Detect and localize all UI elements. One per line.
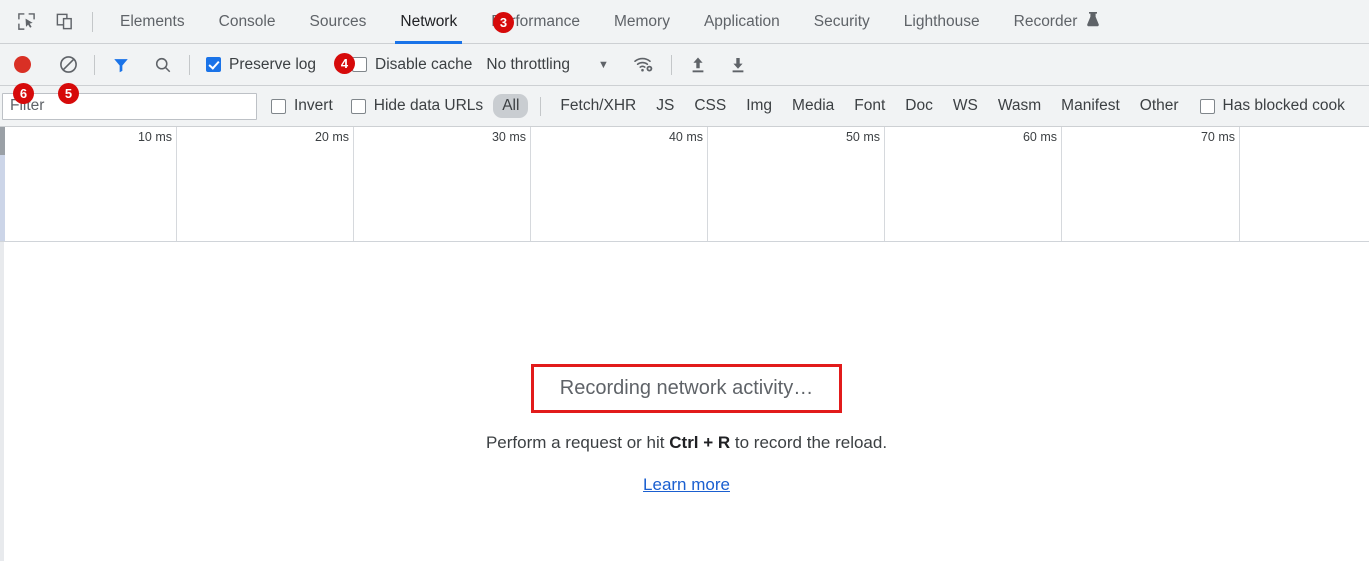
tab-label: Console [218,12,276,30]
disable-cache-label: Disable cache [375,55,473,73]
timeline-tick-label: 20 ms [314,130,349,144]
filter-funnel-icon[interactable] [111,55,131,75]
tab-label: Security [813,12,870,30]
annotation-badge-4: 4 [334,53,355,74]
tab-label: Memory [613,12,670,30]
has-blocked-cookies-label: Has blocked cook [1222,97,1345,114]
tab-label: Network [400,12,458,30]
tab-sources[interactable]: Sources [293,0,384,44]
has-blocked-cookies-checkbox[interactable]: Has blocked cook [1199,97,1345,115]
hide-data-urls-checkbox[interactable]: Hide data URLs [350,97,484,115]
timeline-tick-label: 40 ms [668,130,703,144]
download-icon[interactable] [728,55,748,75]
filter-chip-ws[interactable]: WS [944,94,987,118]
invert-label: Invert [294,97,333,114]
devtools-tab-bar: Elements Console Sources Network Perform… [0,0,1369,44]
timeline-tick: 10 ms [0,127,177,241]
throttling-dropdown[interactable]: No throttling ▼ [486,56,608,74]
tab-application[interactable]: Application [687,0,797,44]
invert-checkbox[interactable]: Invert [271,97,333,115]
checkbox-box [206,57,221,72]
toolbar-divider [92,11,93,32]
preserve-log-label: Preserve log [229,55,317,73]
recording-status-message: Recording network activity… [530,364,843,413]
upload-icon[interactable] [688,55,708,75]
disable-cache-checkbox[interactable]: Disable cache [352,56,472,74]
toolbar-divider [189,54,190,75]
hint-suffix: to record the reload. [730,433,888,452]
learn-more-link[interactable]: Learn more [643,475,730,495]
tab-elements[interactable]: Elements [103,0,202,44]
wifi-settings-icon[interactable] [633,55,655,74]
tab-security[interactable]: Security [797,0,887,44]
devtools-window: Elements Console Sources Network Perform… [0,0,1369,561]
timeline-tick: 40 ms [531,127,708,241]
filter-chip-doc[interactable]: Doc [896,94,942,118]
filter-chip-font[interactable]: Font [845,94,894,118]
filter-input[interactable]: Filter [2,92,257,120]
timeline-tick-label: 50 ms [845,130,880,144]
tab-label: Application [703,12,780,30]
experimental-flask-icon [1086,11,1100,32]
toolbar-divider [94,54,95,75]
filter-divider [540,96,542,116]
tab-label: Lighthouse [903,12,980,30]
hint-prefix: Perform a request or hit [485,433,670,452]
filter-chip-all[interactable]: All [493,94,529,118]
timeline-tick: 70 ms [1062,127,1240,241]
tab-network[interactable]: Network [383,0,474,44]
network-toolbar: Preserve log Disable cache No throttling… [0,44,1369,86]
annotation-badge-6: 6 [13,83,34,104]
inspect-element-icon[interactable] [12,8,40,36]
search-icon[interactable] [153,55,173,75]
checkbox-box [350,98,366,114]
device-toolbar-icon[interactable] [50,8,78,36]
filter-chip-js[interactable]: JS [647,94,683,118]
tab-recorder[interactable]: Recorder [997,0,1118,44]
filter-chip-media[interactable]: Media [783,94,843,118]
tab-label: Sources [309,12,367,30]
timeline-tick: 30 ms [354,127,531,241]
filter-chip-manifest[interactable]: Manifest [1052,94,1129,118]
tab-memory[interactable]: Memory [597,0,687,44]
clear-button[interactable] [58,55,78,75]
chevron-down-icon: ▼ [597,58,609,71]
preserve-log-checkbox[interactable]: Preserve log [206,56,316,74]
checkbox-box [271,98,286,114]
toolbar-divider [670,54,672,75]
filter-chip-other[interactable]: Other [1131,94,1188,118]
filter-chip-img[interactable]: Img [737,94,781,118]
timeline-tick-label: 70 ms [1200,130,1235,144]
timeline-tick: 60 ms [885,127,1062,241]
tab-label: Elements [120,12,185,30]
timeline-tick: 20 ms [177,127,354,241]
network-filter-bar: Filter Invert Hide data URLs All Fetch/X… [0,86,1369,127]
hide-data-urls-label: Hide data URLs [373,97,484,114]
annotation-badge-5: 5 [58,83,79,104]
timeline-tick-label: 60 ms [1022,130,1057,144]
record-button[interactable] [14,56,31,73]
checkbox-box [1199,98,1215,114]
network-overview[interactable]: 10 ms 20 ms 30 ms 40 ms 50 ms 60 ms 70 m… [0,127,1369,242]
throttling-value: No throttling [486,55,570,73]
request-list-pane: Recording network activity… Perform a re… [0,242,1369,561]
filter-chip-wasm[interactable]: Wasm [989,94,1050,118]
tab-console[interactable]: Console [202,0,293,44]
hint-shortcut: Ctrl + R [669,433,731,452]
annotation-badge-3: 3 [493,12,514,33]
tab-label: Recorder [1013,12,1078,30]
filter-chip-css[interactable]: CSS [685,94,735,118]
timeline-tick-label: 30 ms [491,130,526,144]
tab-lighthouse[interactable]: Lighthouse [887,0,997,44]
empty-state: Recording network activity… Perform a re… [4,364,1369,495]
timeline-tick-label: 10 ms [137,130,172,144]
timeline-tick: 50 ms [708,127,885,241]
filter-chip-fetch-xhr[interactable]: Fetch/XHR [551,94,645,118]
empty-state-hint: Perform a request or hit Ctrl + R to rec… [4,433,1369,453]
